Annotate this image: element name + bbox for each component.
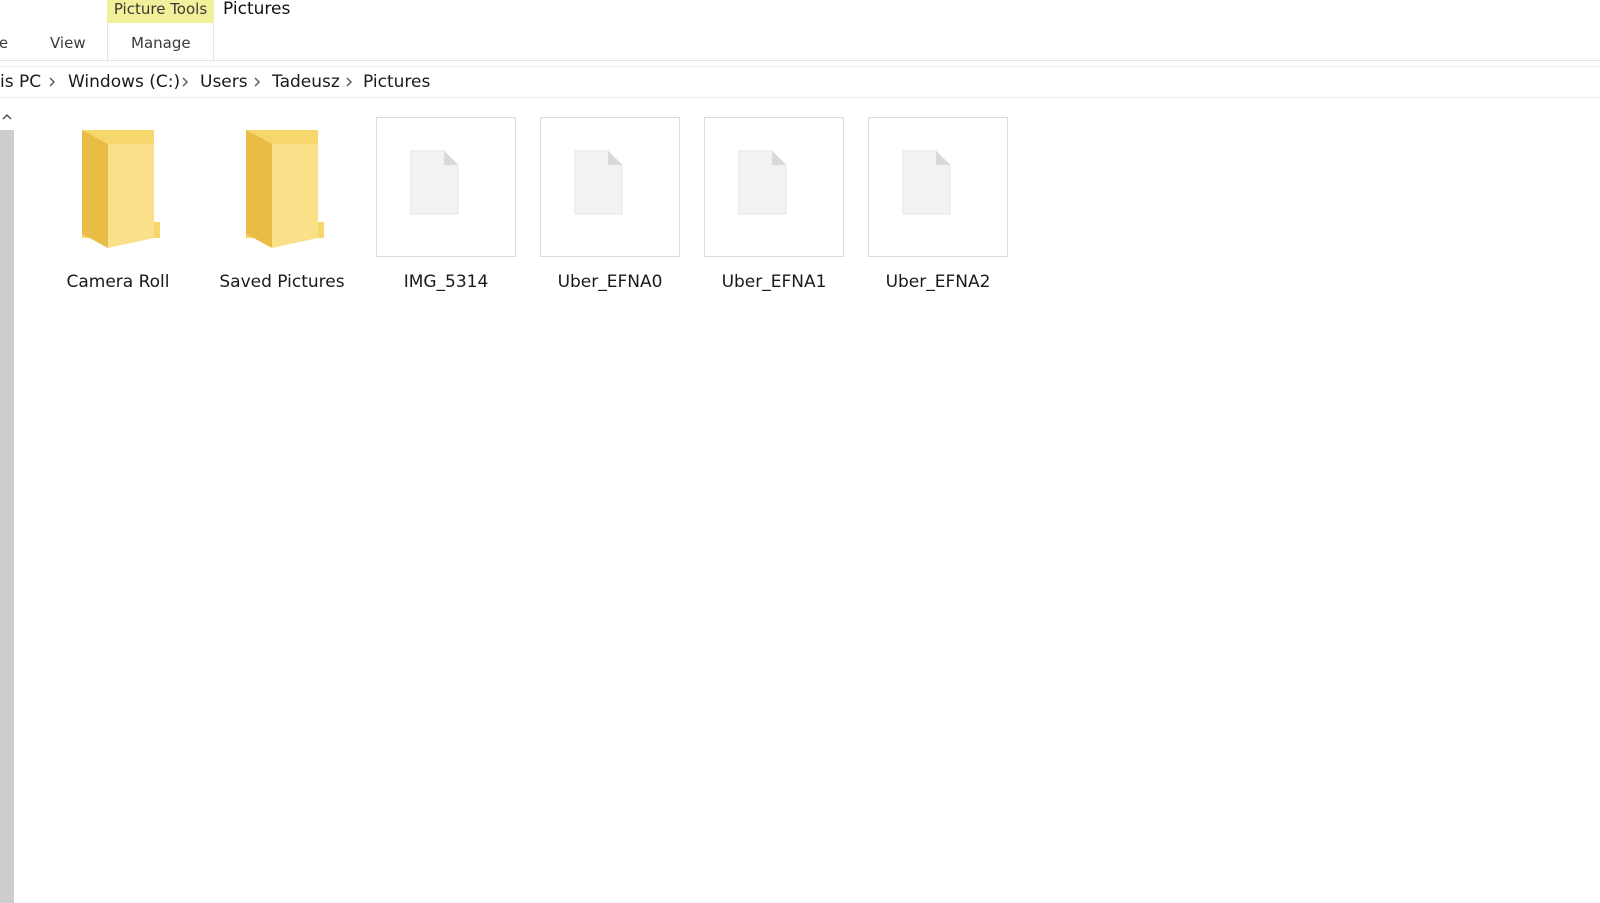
address-bar[interactable]: is PC Windows (C:) Users Tadeusz Picture… (0, 66, 1600, 98)
file-item-uber-efna1[interactable]: Uber_EFNA1 (694, 114, 854, 294)
breadcrumb-tadeusz[interactable]: Tadeusz (272, 72, 340, 94)
folder-item-saved-pictures[interactable]: Saved Pictures (202, 114, 362, 294)
picture-tools-context-label: Picture Tools (107, 0, 214, 23)
file-item-img-5314[interactable]: IMG_5314 (366, 114, 526, 294)
file-item-uber-efna2[interactable]: Uber_EFNA2 (858, 114, 1018, 294)
file-item-uber-efna0[interactable]: Uber_EFNA0 (530, 114, 690, 294)
chevron-right-icon[interactable] (180, 75, 190, 89)
item-label: Uber_EFNA1 (721, 272, 827, 292)
scroll-up-icon[interactable] (0, 110, 14, 126)
item-label: Camera Roll (66, 272, 170, 292)
tab-view[interactable]: View (50, 33, 86, 55)
file-icon (410, 150, 459, 215)
item-label: Uber_EFNA0 (557, 272, 663, 292)
file-icon (902, 150, 951, 215)
item-label: Uber_EFNA2 (885, 272, 991, 292)
window-title: Pictures (223, 0, 291, 19)
folder-item-camera-roll[interactable]: Camera Roll (38, 114, 198, 294)
navigation-scrollbar-thumb[interactable] (0, 130, 14, 903)
breadcrumb-this-pc[interactable]: is PC (0, 72, 41, 94)
tab-share[interactable]: re (0, 33, 8, 55)
chevron-right-icon[interactable] (344, 75, 354, 89)
file-icon (574, 150, 623, 215)
chevron-right-icon[interactable] (252, 75, 262, 89)
item-label: IMG_5314 (403, 272, 489, 292)
breadcrumb-pictures[interactable]: Pictures (363, 72, 430, 94)
folder-icon (246, 130, 324, 248)
chevron-right-icon[interactable] (47, 75, 57, 89)
file-list-view[interactable]: Camera Roll Saved Pictures IMG_5314 Uber… (16, 100, 1600, 903)
folder-icon (82, 130, 160, 248)
tab-manage[interactable]: Manage (131, 33, 191, 55)
file-explorer-window: Picture Tools Pictures re View Manage is… (0, 0, 1600, 903)
file-icon (738, 150, 787, 215)
item-label: Saved Pictures (219, 272, 345, 292)
breadcrumb-windows-c[interactable]: Windows (C:) (68, 72, 180, 94)
ribbon: Picture Tools Pictures re View Manage (0, 0, 1600, 61)
breadcrumb-users[interactable]: Users (200, 72, 248, 94)
